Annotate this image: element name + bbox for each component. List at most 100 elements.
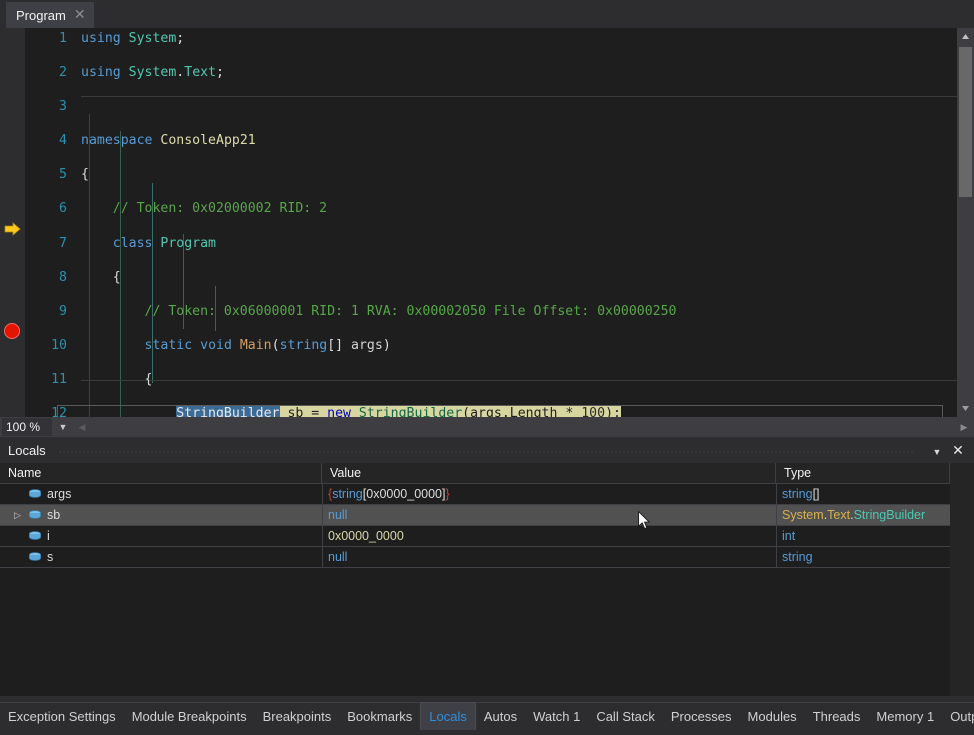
column-header-value[interactable]: Value (322, 463, 776, 483)
tab-output[interactable]: Output (942, 702, 974, 730)
variable-name: s (47, 547, 53, 567)
cell-type: string[] (776, 484, 950, 504)
variable-name: sb (47, 505, 60, 525)
code-selection: StringBuilder (176, 406, 279, 417)
locals-grid[interactable]: Name Value Type args {string[0x0000_0000… (0, 463, 974, 696)
tab-label: Processes (671, 709, 732, 724)
code-line-text: { (81, 166, 89, 183)
code-separator-rule (81, 96, 957, 97)
variable-icon (28, 551, 42, 564)
code-line-text: namespace ConsoleApp21 (81, 132, 256, 149)
tab-label: Module Breakpoints (132, 709, 247, 724)
tab-breakpoints[interactable]: Breakpoints (255, 702, 340, 730)
cell-type: string (776, 547, 950, 567)
tab-processes[interactable]: Processes (663, 702, 740, 730)
scroll-up-icon[interactable] (957, 28, 974, 45)
table-row[interactable]: s null string (0, 547, 950, 568)
cell-value[interactable]: null (322, 505, 776, 525)
table-row[interactable]: ▷ sb null System.Text.StringBuilder (0, 505, 950, 526)
cell-value[interactable]: {string[0x0000_0000]} (322, 484, 776, 504)
variable-icon (28, 509, 42, 522)
tab-label: Modules (748, 709, 797, 724)
line-number: 8 (25, 269, 67, 286)
current-statement-arrow-icon (4, 222, 21, 236)
variable-icon (28, 530, 42, 543)
line-number: 3 (25, 98, 67, 115)
code-line-text: { (81, 269, 121, 286)
tab-label: Call Stack (596, 709, 655, 724)
cell-name: s (0, 547, 322, 567)
locals-panel: Locals ▼ ✕ Name Value Type args (0, 440, 974, 696)
tab-label: Memory 1 (876, 709, 934, 724)
scroll-down-icon[interactable] (957, 400, 974, 417)
grid-right-padding (950, 463, 974, 696)
editor-vertical-scrollbar[interactable] (957, 28, 974, 417)
close-icon[interactable]: ✕ (74, 8, 86, 22)
tool-window-tabstrip: Exception Settings Module Breakpoints Br… (0, 696, 974, 735)
document-tab-label: Program (16, 8, 66, 23)
tab-watch-1[interactable]: Watch 1 (525, 702, 588, 730)
grid-header-row: Name Value Type (0, 463, 974, 484)
tab-label: Threads (813, 709, 861, 724)
chevron-down-icon[interactable]: ▼ (54, 418, 72, 436)
column-header-name[interactable]: Name (0, 463, 322, 483)
editor-status-bar: 100 % ▼ ◀ ▶ (0, 417, 974, 437)
scrollbar-thumb[interactable] (959, 47, 972, 197)
code-line-text-current-statement: StringBuilder sb = new StringBuilder(arg… (81, 405, 621, 417)
tab-label: Exception Settings (8, 709, 116, 724)
table-row[interactable]: args {string[0x0000_0000]} string[] (0, 484, 950, 505)
variable-name: args (47, 484, 71, 504)
scroll-right-icon[interactable]: ▶ (956, 418, 972, 436)
tab-label: Autos (484, 709, 517, 724)
tab-modules[interactable]: Modules (740, 702, 805, 730)
code-line-text: class Program (81, 235, 216, 252)
variable-icon (28, 488, 42, 501)
tab-exception-settings[interactable]: Exception Settings (0, 702, 124, 730)
locals-titlebar[interactable]: Locals ▼ ✕ (0, 440, 974, 463)
editor-gutter[interactable] (0, 28, 25, 417)
code-line-text: // Token: 0x02000002 RID: 2 (81, 200, 327, 217)
document-tab-program[interactable]: Program ✕ (6, 2, 94, 28)
tab-label: Bookmarks (347, 709, 412, 724)
code-line-text: using System; (81, 30, 184, 47)
line-number: 4 (25, 132, 67, 149)
table-row[interactable]: i 0x0000_0000 int (0, 526, 950, 547)
tab-module-breakpoints[interactable]: Module Breakpoints (124, 702, 255, 730)
tab-label: Output (950, 709, 974, 724)
line-number: 6 (25, 200, 67, 217)
code-line-text: using System.Text; (81, 64, 224, 81)
code-text-area[interactable]: 1 using System; 2 using System.Text; 3 4… (25, 28, 957, 417)
line-number: 7 (25, 235, 67, 252)
close-icon[interactable]: ✕ (950, 443, 966, 459)
code-line-text: static void Main(string[] args) (81, 337, 391, 354)
scroll-left-icon[interactable]: ◀ (74, 418, 90, 436)
cell-type: int (776, 526, 950, 546)
tab-label: Locals (429, 709, 467, 724)
cell-name: i (0, 526, 322, 546)
expander-icon[interactable]: ▷ (14, 510, 24, 521)
tab-locals[interactable]: Locals (420, 702, 476, 730)
tab-label: Breakpoints (263, 709, 332, 724)
zoom-level-value: 100 % (6, 420, 40, 434)
line-number: 2 (25, 64, 67, 81)
cell-name: args (0, 484, 322, 504)
breakpoint-icon[interactable] (4, 323, 20, 339)
cell-value[interactable]: 0x0000_0000 (322, 526, 776, 546)
code-line-text: { (81, 371, 152, 388)
line-number: 9 (25, 303, 67, 320)
zoom-level-combobox[interactable]: 100 % (2, 418, 52, 436)
tab-call-stack[interactable]: Call Stack (588, 702, 663, 730)
tab-threads[interactable]: Threads (805, 702, 869, 730)
cell-value[interactable]: null (322, 547, 776, 567)
column-header-type[interactable]: Type (776, 463, 950, 483)
code-editor[interactable]: 1 using System; 2 using System.Text; 3 4… (0, 28, 974, 417)
tab-autos[interactable]: Autos (476, 702, 525, 730)
panel-title: Locals (8, 443, 46, 458)
chevron-down-icon[interactable]: ▼ (930, 445, 944, 459)
cell-type: System.Text.StringBuilder (776, 505, 950, 525)
drag-grip[interactable] (58, 450, 914, 454)
code-line-text: // Token: 0x06000001 RID: 1 RVA: 0x00002… (81, 303, 676, 320)
line-number: 10 (25, 337, 67, 354)
tab-memory-1[interactable]: Memory 1 (868, 702, 942, 730)
tab-bookmarks[interactable]: Bookmarks (339, 702, 420, 730)
